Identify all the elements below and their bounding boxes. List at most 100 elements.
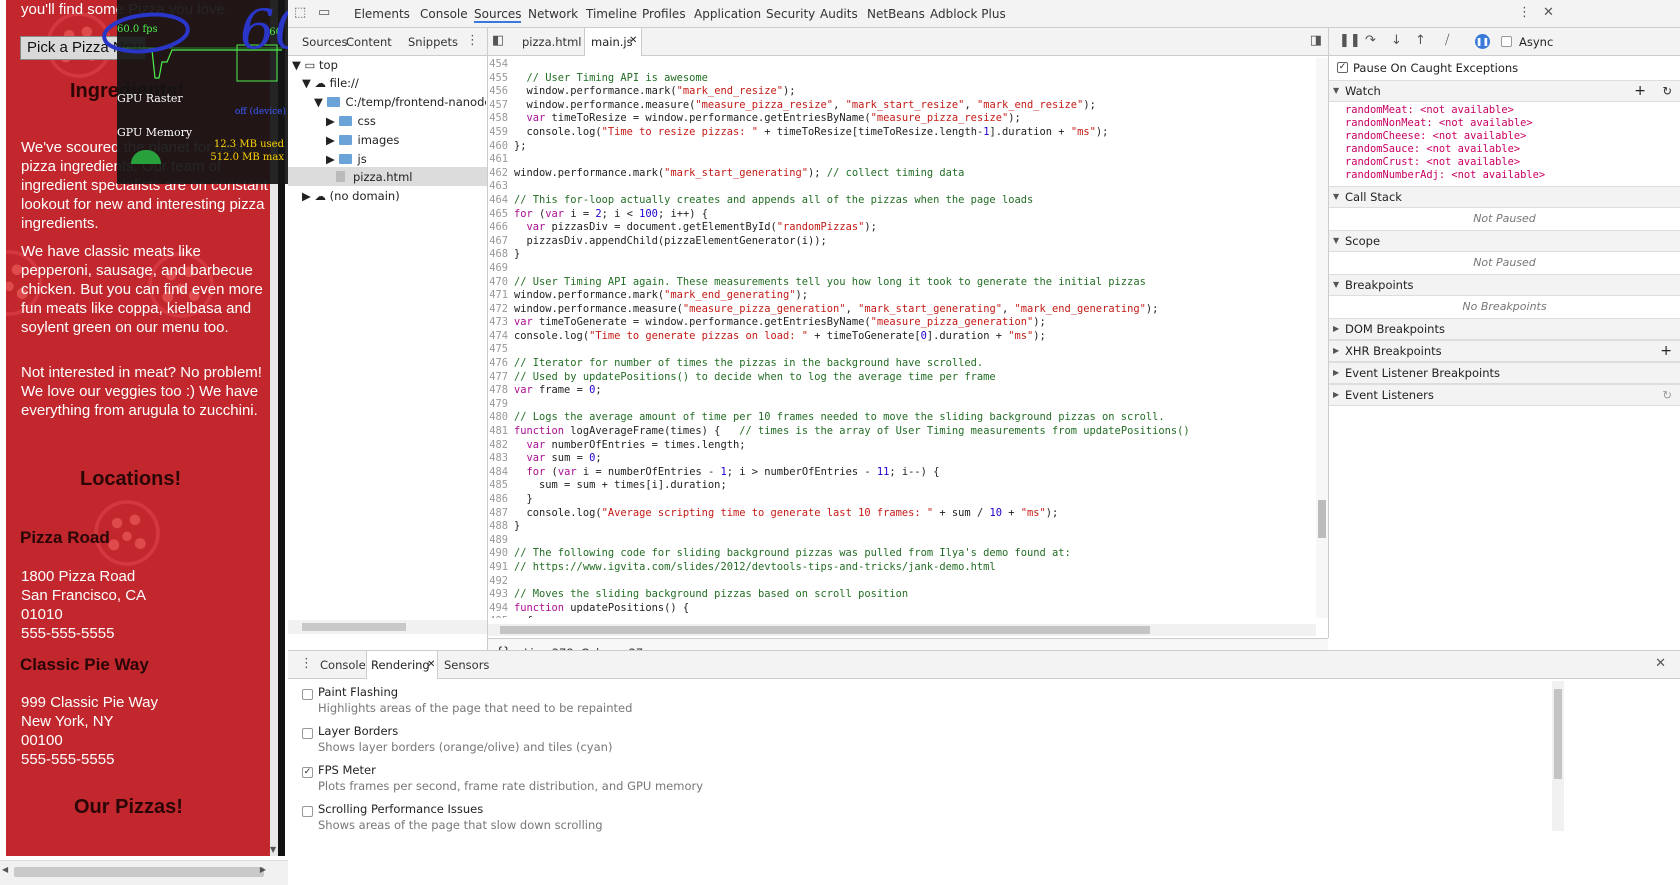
code-line[interactable]: 478 var frame = 0; (488, 384, 1318, 398)
code-line[interactable]: 480// Logs the average amount of time pe… (488, 411, 1318, 425)
tab-network[interactable]: Network (528, 7, 578, 21)
option-fps-meter[interactable]: ✓ FPS Meter Plots frames per second, frame… (302, 763, 703, 793)
pause-on-exceptions-icon[interactable]: ❚❚ (1475, 34, 1490, 49)
code-line[interactable]: 469 (488, 262, 1318, 276)
code-line[interactable]: 482 var numberOfEntries = times.length; (488, 439, 1318, 453)
editor-vertical-scrollbar[interactable] (1316, 58, 1328, 618)
tab-content-scripts[interactable]: Content scripts (346, 35, 396, 49)
deactivate-breakpoints-icon[interactable]: ⧸ (1445, 33, 1449, 48)
line-number[interactable]: 463 (488, 180, 514, 194)
code-line[interactable]: 460}; (488, 140, 1318, 154)
expand-icon[interactable]: ▼ (314, 95, 323, 109)
code-line[interactable]: 464// This for-loop actually creates and… (488, 194, 1318, 208)
line-number[interactable]: 491 (488, 561, 514, 575)
editor-tab-main-js[interactable]: main.js ✕ (584, 28, 642, 56)
line-number[interactable]: 488 (488, 520, 514, 534)
line-number[interactable]: 465 (488, 208, 514, 222)
line-number[interactable]: 493 (488, 588, 514, 602)
line-number[interactable]: 477 (488, 371, 514, 385)
line-number[interactable]: 466 (488, 221, 514, 235)
code-line[interactable]: 494 function updatePositions() { (488, 602, 1318, 616)
watch-expression[interactable]: randomNonMeat: <not available> (1329, 117, 1680, 130)
line-number[interactable]: 475 (488, 343, 514, 357)
code-line[interactable]: 466 var pizzasDiv = document.getElementB… (488, 221, 1318, 235)
step-into-icon[interactable]: ↓ (1391, 33, 1402, 48)
tab-elements[interactable]: Elements (354, 7, 410, 21)
event-listeners-header[interactable]: Event Listeners ↻ (1329, 384, 1680, 406)
drawer-scrollbar[interactable] (1552, 681, 1564, 831)
scope-header[interactable]: Scope (1329, 230, 1680, 252)
line-number[interactable]: 474 (488, 330, 514, 344)
code-line[interactable]: 485 sum = sum + times[i].duration; (488, 479, 1318, 493)
tab-sources[interactable]: Sources (474, 7, 522, 23)
inspect-icon[interactable]: ⬚ (294, 5, 306, 20)
code-line[interactable]: 458 var timeToResize = window.performanc… (488, 112, 1318, 126)
device-mode-icon[interactable]: ▭ (318, 5, 330, 20)
line-number[interactable]: 490 (488, 547, 514, 561)
code-line[interactable]: 473 var timeToGenerate = window.performan… (488, 316, 1318, 330)
line-number[interactable]: 495 (488, 615, 514, 618)
tab-adblock-plus[interactable]: Adblock Plus (930, 7, 1006, 21)
collapse-icon[interactable]: ▶ (326, 133, 335, 147)
collapse-icon[interactable]: ▶ (326, 152, 335, 166)
tab-netbeans[interactable]: NetBeans (867, 7, 925, 21)
tree-item-file[interactable]: ▼ ☁ file:// (302, 76, 359, 90)
watch-section-header[interactable]: Watch + ↻ (1329, 80, 1680, 102)
pause-icon[interactable]: ❚❚ (1339, 33, 1361, 48)
line-number[interactable]: 487 (488, 507, 514, 521)
navigator-menu-icon[interactable]: ⋮ (466, 33, 479, 48)
line-number[interactable]: 460 (488, 140, 514, 154)
tab-profiles[interactable]: Profiles (642, 7, 686, 21)
tab-timeline[interactable]: Timeline (586, 7, 637, 21)
line-number[interactable]: 462 (488, 167, 514, 181)
add-watch-icon[interactable]: + (1634, 81, 1646, 101)
close-devtools-icon[interactable]: ✕ (1543, 5, 1554, 20)
tree-item-js[interactable]: ▶ js (326, 152, 367, 166)
code-line[interactable]: 455 // User Timing API is awesome (488, 72, 1318, 86)
code-content[interactable]: 454 455 // User Timing API is awesome 456 … (488, 58, 1318, 618)
pause-on-caught-checkbox[interactable]: ✓ (1337, 62, 1348, 73)
scroll-thumb[interactable] (302, 623, 406, 631)
code-line[interactable]: 457 window.performance.measure("measure_… (488, 99, 1318, 113)
watch-expression[interactable]: randomCheese: <not available> (1329, 130, 1680, 143)
page-horizontal-scrollbar[interactable]: ◀ ▶ (0, 860, 288, 885)
checkbox-checked[interactable]: ✓ (302, 767, 313, 778)
scroll-thumb[interactable] (1554, 689, 1562, 779)
code-line[interactable]: 474 console.log("Time to generate pizzas … (488, 330, 1318, 344)
expand-icon[interactable]: ▼ (292, 58, 301, 72)
code-line[interactable]: 462 window.performance.mark("mark_start_g… (488, 167, 1318, 181)
breakpoints-header[interactable]: Breakpoints (1329, 274, 1680, 296)
code-line[interactable]: 488} (488, 520, 1318, 534)
tab-security[interactable]: Security (766, 7, 815, 21)
tab-audits[interactable]: Audits (820, 7, 858, 21)
refresh-listeners-icon[interactable]: ↻ (1662, 385, 1672, 405)
code-line[interactable]: 479 (488, 398, 1318, 412)
code-line[interactable]: 465 for (var i = 2; i < 100; i++) { (488, 208, 1318, 222)
close-drawer-icon[interactable]: ✕ (1655, 656, 1666, 671)
scroll-thumb[interactable] (500, 626, 1150, 634)
code-line[interactable]: 490// The following code for sliding bac… (488, 547, 1318, 561)
xhr-breakpoints-header[interactable]: XHR Breakpoints + (1329, 340, 1680, 362)
code-line[interactable]: 492 (488, 575, 1318, 589)
drawer-tab-console[interactable]: Console (320, 658, 366, 672)
editor-tab-pizza-html[interactable]: pizza.html (522, 35, 581, 49)
tree-item-pizza-html[interactable]: pizza.html (288, 167, 487, 186)
collapse-icon[interactable]: ▶ (302, 189, 311, 203)
pause-on-caught-row[interactable]: ✓ Pause On Caught Exceptions (1329, 56, 1680, 80)
checkbox[interactable] (302, 806, 313, 817)
scroll-right-arrow-icon[interactable]: ▶ (260, 865, 266, 874)
code-line[interactable]: 486 } (488, 493, 1318, 507)
scroll-left-arrow-icon[interactable]: ◀ (2, 865, 8, 874)
tab-console[interactable]: Console (420, 7, 468, 21)
line-number[interactable]: 464 (488, 194, 514, 208)
line-number[interactable]: 468 (488, 248, 514, 262)
line-number[interactable]: 481 (488, 425, 514, 439)
line-number[interactable]: 473 (488, 316, 514, 330)
line-number[interactable]: 470 (488, 276, 514, 290)
drawer-tab-sensors[interactable]: Sensors (444, 658, 489, 672)
tree-item-top[interactable]: ▼ ▭ top (292, 58, 338, 72)
code-line[interactable]: 491// https://www.igvita.com/slides/2012… (488, 561, 1318, 575)
tree-item-css[interactable]: ▶ css (326, 114, 376, 128)
async-checkbox[interactable] (1501, 36, 1512, 47)
code-line[interactable]: 471 window.performance.mark("mark_end_gen… (488, 289, 1318, 303)
